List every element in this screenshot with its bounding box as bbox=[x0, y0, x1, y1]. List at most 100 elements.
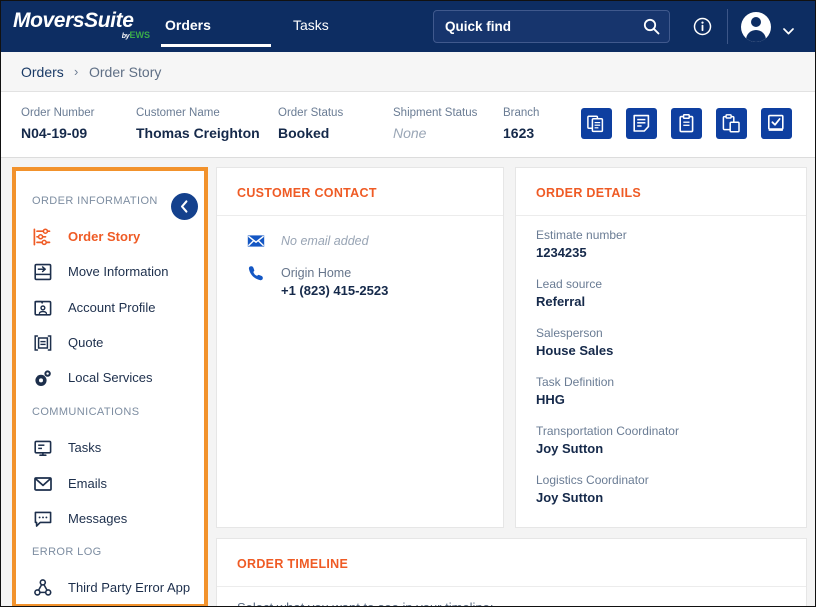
shipment-status-field: Shipment Status None bbox=[393, 106, 477, 143]
sidebar-item-account-profile[interactable]: Account Profile bbox=[16, 290, 204, 326]
sidebar-item-messages[interactable]: Messages bbox=[16, 501, 204, 537]
checklist-book-button[interactable] bbox=[761, 108, 792, 139]
shipment-status-label: Shipment Status bbox=[393, 106, 477, 120]
movers-suite-app: MoversSuite byEWS Orders Tasks bbox=[0, 0, 816, 607]
local-services-gear-icon bbox=[33, 368, 53, 388]
message-bubble-icon bbox=[33, 509, 53, 529]
customer-name-field: Customer Name Thomas Creighton bbox=[136, 106, 260, 143]
note-document-icon bbox=[632, 114, 651, 133]
quote-icon bbox=[33, 333, 53, 353]
sidebar-item-move-information[interactable]: Move Information bbox=[16, 254, 204, 290]
clipboard-icon bbox=[677, 114, 696, 133]
quick-find-search-box[interactable] bbox=[433, 10, 670, 43]
envelope-icon bbox=[33, 474, 53, 494]
detail-value: House Sales bbox=[536, 342, 613, 360]
branch-field: Branch 1623 bbox=[503, 106, 539, 143]
info-circle-icon[interactable] bbox=[693, 17, 712, 36]
breadcrumb-item-orders[interactable]: Orders bbox=[21, 64, 64, 80]
detail-value: Referral bbox=[536, 293, 602, 311]
logo-text: MoversSuite bbox=[13, 10, 153, 31]
detail-label: Salesperson bbox=[536, 325, 613, 341]
order-timeline-card: ORDER TIMELINE Select what you want to s… bbox=[216, 538, 807, 607]
no-email-label: No email added bbox=[281, 234, 369, 248]
sidebar-item-label: Order Story bbox=[68, 228, 140, 246]
sidebar-item-emails[interactable]: Emails bbox=[16, 466, 204, 502]
order-status-value: Booked bbox=[278, 123, 343, 143]
card-divider bbox=[516, 215, 806, 216]
sidebar-group-error-log: ERROR LOG bbox=[32, 546, 102, 558]
order-details-card: ORDER DETAILS Estimate number 1234235 Le… bbox=[515, 167, 807, 528]
order-story-icon bbox=[33, 227, 53, 247]
order-number-label: Order Number bbox=[21, 106, 95, 120]
active-tab-indicator bbox=[161, 44, 271, 47]
sidebar-collapse-button[interactable] bbox=[171, 193, 198, 220]
clipboard-button[interactable] bbox=[671, 108, 702, 139]
sidebar-item-third-party-error-app[interactable]: Third Party Error App bbox=[16, 570, 204, 606]
envelope-icon bbox=[247, 232, 265, 250]
sidebar-item-order-story[interactable]: Order Story bbox=[16, 219, 204, 255]
search-input[interactable] bbox=[445, 11, 630, 42]
salesperson-row: Salesperson House Sales bbox=[536, 325, 613, 360]
customer-name-value: Thomas Creighton bbox=[136, 123, 260, 143]
card-divider bbox=[217, 215, 503, 216]
customer-contact-card: CUSTOMER CONTACT No email added bbox=[216, 167, 504, 528]
copy-documents-button[interactable] bbox=[581, 108, 612, 139]
customer-phone-text: Origin Home +1 (823) 415-2523 bbox=[281, 264, 388, 300]
nav-divider bbox=[727, 9, 728, 44]
sidebar-group-communications: COMMUNICATIONS bbox=[32, 406, 139, 418]
detail-label: Task Definition bbox=[536, 374, 614, 390]
task-definition-row: Task Definition HHG bbox=[536, 374, 614, 409]
chevron-left-icon bbox=[171, 193, 198, 220]
detail-value: Joy Sutton bbox=[536, 489, 649, 507]
sidebar-item-label: Tasks bbox=[68, 439, 101, 457]
breadcrumb: Orders › Order Story bbox=[1, 52, 816, 92]
customer-contact-title: CUSTOMER CONTACT bbox=[237, 186, 377, 200]
user-avatar[interactable] bbox=[741, 12, 771, 42]
phone-icon bbox=[247, 264, 265, 282]
app-logo[interactable]: MoversSuite byEWS bbox=[13, 10, 153, 44]
chevron-down-icon[interactable] bbox=[783, 22, 794, 29]
lead-source-row: Lead source Referral bbox=[536, 276, 602, 311]
detail-value: 1234235 bbox=[536, 244, 627, 262]
avatar-head bbox=[751, 17, 761, 27]
branch-value: 1623 bbox=[503, 123, 539, 143]
branch-label: Branch bbox=[503, 106, 539, 120]
sidebar-item-tasks[interactable]: Tasks bbox=[16, 430, 204, 466]
tab-tasks[interactable]: Tasks bbox=[293, 17, 329, 33]
detail-label: Lead source bbox=[536, 276, 602, 292]
sidebar-item-quote[interactable]: Quote bbox=[16, 325, 204, 361]
logistics-coordinator-row: Logistics Coordinator Joy Sutton bbox=[536, 472, 649, 507]
account-profile-icon bbox=[33, 298, 53, 318]
move-information-icon bbox=[33, 262, 53, 282]
sidebar-item-label: Local Services bbox=[68, 369, 153, 387]
top-navigation-bar: MoversSuite byEWS Orders Tasks bbox=[1, 1, 816, 52]
search-icon[interactable] bbox=[643, 18, 660, 35]
phone-type-label: Origin Home bbox=[281, 266, 351, 280]
documents-copy-icon bbox=[587, 114, 606, 133]
sidebar-item-local-services[interactable]: Local Services bbox=[16, 360, 204, 396]
logo-subtext: byEWS bbox=[122, 30, 150, 42]
book-check-icon bbox=[767, 114, 786, 133]
tab-orders[interactable]: Orders bbox=[165, 17, 211, 33]
transportation-coordinator-row: Transportation Coordinator Joy Sutton bbox=[536, 423, 679, 458]
clipboard-copy-icon bbox=[722, 114, 741, 133]
order-number-field: Order Number N04-19-09 bbox=[21, 106, 95, 143]
notes-button[interactable] bbox=[626, 108, 657, 139]
sidebar-item-label: Third Party Error App bbox=[68, 579, 190, 597]
breadcrumb-separator-icon: › bbox=[74, 64, 78, 79]
card-divider bbox=[217, 586, 806, 587]
timeline-prompt-label: Select what you want to see in your time… bbox=[237, 600, 494, 607]
logo-ews-text: EWS bbox=[129, 30, 150, 40]
sidebar-item-label: Account Profile bbox=[68, 299, 155, 317]
detail-label: Estimate number bbox=[536, 227, 627, 243]
estimate-number-row: Estimate number 1234235 bbox=[536, 227, 627, 262]
sidebar-item-label: Move Information bbox=[68, 263, 168, 281]
order-information-sidebar: ORDER INFORMATION bbox=[12, 167, 208, 607]
sidebar-item-label: Quote bbox=[68, 334, 103, 352]
breadcrumb-item-order-story: Order Story bbox=[89, 64, 161, 80]
tasks-monitor-icon bbox=[33, 438, 53, 458]
detail-value: Joy Sutton bbox=[536, 440, 679, 458]
order-timeline-title: ORDER TIMELINE bbox=[237, 557, 348, 571]
customer-name-label: Customer Name bbox=[136, 106, 260, 120]
clipboard-copy-button[interactable] bbox=[716, 108, 747, 139]
